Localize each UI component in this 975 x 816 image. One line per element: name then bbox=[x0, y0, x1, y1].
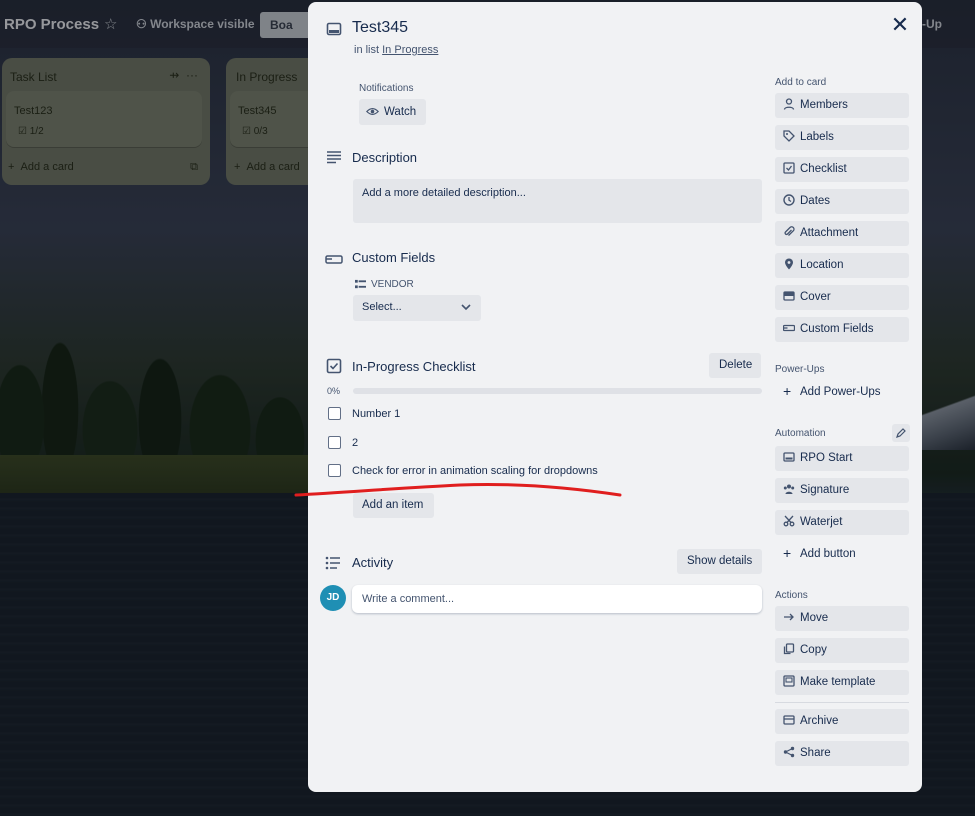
dates-button[interactable]: Dates bbox=[775, 189, 909, 214]
automation-waterjet-button[interactable]: Waterjet bbox=[775, 510, 909, 535]
activity-title: Activity bbox=[352, 555, 394, 570]
checklist-icon bbox=[783, 162, 795, 174]
location-button[interactable]: Location bbox=[775, 253, 909, 278]
make-template-button[interactable]: Make template bbox=[775, 670, 909, 695]
checklist-title[interactable]: In-Progress Checklist bbox=[352, 359, 476, 374]
members-button[interactable]: Members bbox=[775, 93, 909, 118]
custom-fields-icon bbox=[325, 255, 343, 264]
share-button[interactable]: Share bbox=[775, 741, 909, 766]
card-icon bbox=[326, 22, 342, 36]
custom-fields-title: Custom Fields bbox=[352, 250, 436, 265]
delete-label: Delete bbox=[719, 359, 753, 371]
power-ups-label: Power-Ups bbox=[775, 364, 825, 375]
actions-label: Actions bbox=[775, 590, 808, 601]
description-title: Description bbox=[352, 150, 418, 165]
watch-label: Watch bbox=[384, 106, 417, 118]
divider bbox=[775, 702, 909, 703]
location-pin-icon bbox=[785, 258, 793, 270]
pencil-icon bbox=[896, 428, 906, 438]
template-icon bbox=[783, 675, 795, 687]
arrow-right-icon bbox=[784, 613, 794, 621]
cover-icon bbox=[783, 291, 795, 301]
archive-button[interactable]: Archive bbox=[775, 709, 909, 734]
move-button[interactable]: Move bbox=[775, 606, 909, 631]
activity-icon bbox=[325, 556, 340, 570]
custom-fields-icon bbox=[783, 324, 795, 332]
watch-button[interactable]: Watch bbox=[359, 99, 426, 125]
card-detail-modal: Test345 in list In Progress ✕ Notificati… bbox=[308, 2, 922, 792]
checklist-icon bbox=[326, 358, 342, 374]
automation-label: Automation bbox=[775, 428, 826, 439]
member-icon bbox=[783, 98, 795, 110]
list-field-icon bbox=[355, 279, 366, 289]
checklist-item-text[interactable]: Number 1 bbox=[352, 408, 400, 420]
close-icon[interactable]: ✕ bbox=[888, 14, 912, 38]
description-icon bbox=[327, 151, 341, 164]
add-to-card-label: Add to card bbox=[775, 77, 827, 88]
paperclip-icon bbox=[784, 226, 795, 236]
plus-icon: + bbox=[783, 383, 792, 399]
card-title[interactable]: Test345 bbox=[352, 19, 408, 37]
archive-icon bbox=[783, 715, 795, 725]
description-input[interactable]: Add a more detailed description... bbox=[353, 179, 762, 223]
label-icon bbox=[783, 130, 795, 142]
automation-signature-button[interactable]: Signature bbox=[775, 478, 909, 503]
card-list-info: in list In Progress bbox=[354, 44, 439, 56]
checklist-item-checkbox[interactable] bbox=[328, 464, 341, 477]
comment-input[interactable]: Write a comment... bbox=[352, 585, 762, 613]
members-icon bbox=[783, 484, 795, 494]
vendor-select-value: Select... bbox=[362, 301, 402, 313]
add-automation-button[interactable]: + Add button bbox=[775, 542, 909, 566]
eye-icon bbox=[366, 108, 379, 115]
show-details-button[interactable]: Show details bbox=[677, 549, 762, 574]
chevron-down-icon bbox=[461, 304, 471, 311]
red-annotation-underline bbox=[294, 482, 622, 497]
labels-button[interactable]: Labels bbox=[775, 125, 909, 150]
share-icon bbox=[783, 746, 795, 758]
show-details-label: Show details bbox=[687, 555, 753, 567]
checklist-button[interactable]: Checklist bbox=[775, 157, 909, 182]
copy-icon bbox=[783, 643, 795, 655]
checklist-item-checkbox[interactable] bbox=[328, 436, 341, 449]
checklist-percent: 0% bbox=[327, 386, 341, 396]
custom-fields-button[interactable]: Custom Fields bbox=[775, 317, 909, 342]
clock-icon bbox=[783, 194, 795, 206]
list-link[interactable]: In Progress bbox=[382, 44, 438, 56]
vendor-field-label: VENDOR bbox=[371, 279, 414, 290]
checklist-item-checkbox[interactable] bbox=[328, 407, 341, 420]
attachment-button[interactable]: Attachment bbox=[775, 221, 909, 246]
checklist-delete-button[interactable]: Delete bbox=[709, 353, 761, 378]
vendor-select[interactable]: Select... bbox=[353, 295, 481, 321]
card-icon bbox=[783, 452, 795, 462]
notifications-label: Notifications bbox=[359, 83, 414, 94]
copy-button[interactable]: Copy bbox=[775, 638, 909, 663]
plus-icon: + bbox=[783, 545, 792, 561]
cover-button[interactable]: Cover bbox=[775, 285, 909, 310]
checklist-item-text[interactable]: 2 bbox=[352, 437, 358, 449]
edit-automation-button[interactable] bbox=[892, 424, 910, 442]
scissors-icon bbox=[783, 515, 795, 527]
checklist-progress-bar bbox=[353, 388, 762, 394]
add-power-ups-button[interactable]: + Add Power-Ups bbox=[775, 380, 909, 404]
avatar[interactable]: JD bbox=[320, 585, 346, 611]
checklist-item-text[interactable]: Check for error in animation scaling for… bbox=[352, 465, 598, 477]
automation-rpo-start-button[interactable]: RPO Start bbox=[775, 446, 909, 471]
